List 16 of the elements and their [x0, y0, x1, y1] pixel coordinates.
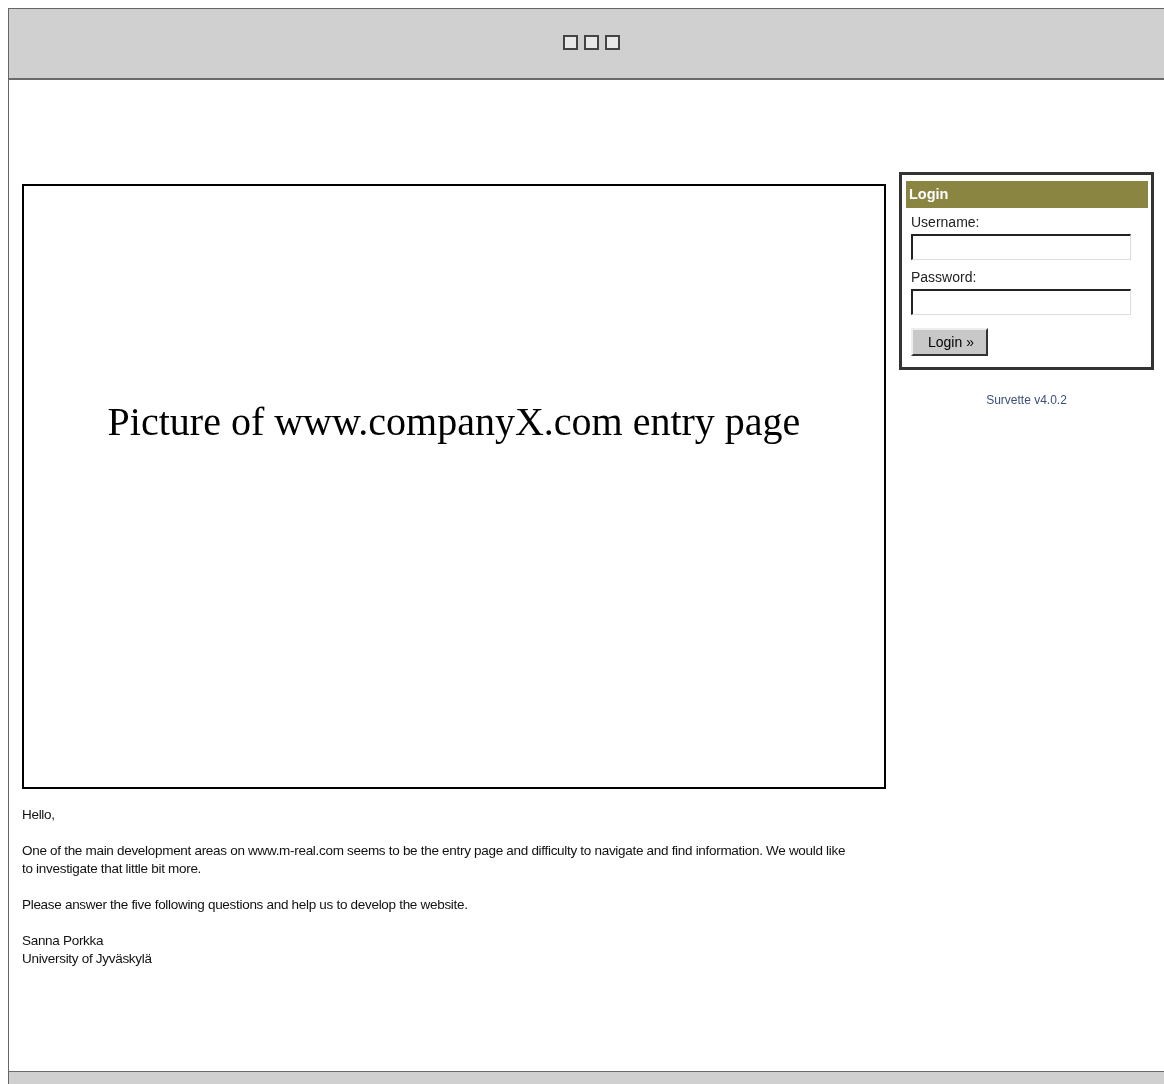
window-control-icon[interactable]	[605, 35, 620, 50]
field-label: Username:	[911, 214, 981, 230]
signature-line: University of Jyväskylä	[22, 950, 153, 968]
window-control-icon[interactable]	[584, 35, 599, 50]
message-paragraph: One of the main development areas on www.m-real.com seems to be the entry page and difficulty to navigate and find information. We would like to investigate that little bit more.	[22, 842, 847, 878]
placeholder-caption: Picture of www.companyX.com entry page	[107, 398, 801, 445]
input-field[interactable]	[911, 289, 1131, 315]
window-control-icon[interactable]	[563, 35, 578, 50]
input-field[interactable]	[911, 234, 1131, 260]
message-paragraph: Please answer the five following questions and help us to develop the website.	[22, 896, 469, 914]
message-paragraph: Hello,	[22, 806, 56, 824]
login-heading: Login	[906, 181, 1148, 208]
signature-line: Sanna Porkka	[22, 932, 105, 950]
field-label: Password:	[911, 269, 978, 285]
login-button[interactable]: Login »	[911, 328, 988, 356]
version-link[interactable]: Survette v4.0.2	[986, 393, 1067, 407]
